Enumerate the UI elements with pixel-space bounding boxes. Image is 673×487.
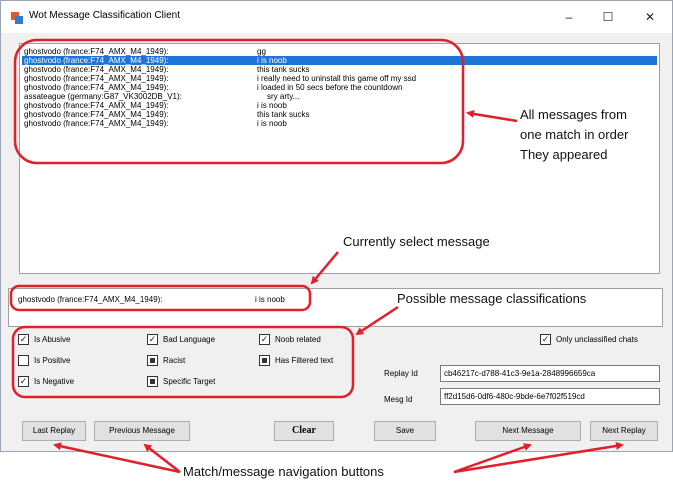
annotation-all-messages-line2: one match in order (520, 127, 629, 142)
list-item[interactable]: ghostvodo (france:F74_AMX_M4_1949): gg (22, 47, 657, 56)
annotation-classifications: Possible message classifications (397, 291, 587, 306)
clear-button[interactable]: Clear (274, 421, 334, 441)
next-replay-button[interactable]: Next Replay (590, 421, 658, 441)
list-item[interactable]: ghostvodo (france:F74_AMX_M4_1949): i rea… (22, 74, 657, 83)
selected-message-sender: ghostvodo (france:F74_AMX_M4_1949): (18, 295, 163, 304)
minimize-button[interactable]: – (554, 7, 584, 27)
previous-message-button[interactable]: Previous Message (94, 421, 190, 441)
replay-id-label: Replay Id (384, 369, 418, 378)
annotation-current-message: Currently select message (343, 234, 490, 249)
save-button[interactable]: Save (374, 421, 436, 441)
checkbox-check-icon: ✓ (147, 334, 158, 345)
replay-id-field[interactable]: cb46217c-d788-41c3-9e1a-2848996659ca (440, 365, 660, 382)
checkbox-check-icon: ✓ (18, 334, 29, 345)
app-window: Wot Message Classification Client – ☐ ✕ … (0, 0, 673, 452)
title-bar: Wot Message Classification Client – ☐ ✕ (1, 1, 672, 33)
checkbox-indeterminate-icon (147, 355, 158, 366)
checkbox-indeterminate-icon (147, 376, 158, 387)
last-replay-button[interactable]: Last Replay (22, 421, 86, 441)
maximize-button[interactable]: ☐ (593, 7, 623, 27)
mesg-id-field[interactable]: ff2d15d6-0df6-480c-9bde-6e7f02f519cd (440, 388, 660, 405)
mesg-id-label: Mesg Id (384, 395, 413, 404)
checkbox-check-icon: ✓ (259, 334, 270, 345)
close-button[interactable]: ✕ (635, 7, 665, 27)
app-icon (11, 12, 23, 24)
annotation-navigation: Match/message navigation buttons (183, 464, 384, 479)
list-item[interactable]: ghostvodo (france:F74_AMX_M4_1949): i loa… (22, 83, 657, 92)
annotation-all-messages-line1: All messages from (520, 107, 627, 122)
selected-message-text: i is noob (255, 295, 285, 304)
window-title: Wot Message Classification Client (29, 10, 180, 21)
next-message-button[interactable]: Next Message (475, 421, 581, 441)
list-item[interactable]: ghostvodo (france:F74_AMX_M4_1949): this … (22, 65, 657, 74)
list-item-selected[interactable]: ghostvodo (france:F74_AMX_M4_1949): i is … (22, 56, 657, 65)
checkbox-empty-icon (18, 355, 29, 366)
checkbox-indeterminate-icon (259, 355, 270, 366)
checkbox-check-icon: ✓ (540, 334, 551, 345)
annotation-all-messages-line3: They appeared (520, 147, 608, 162)
checkbox-check-icon: ✓ (18, 376, 29, 387)
list-item[interactable]: assateague (germany:G87_VK3002DB_V1): sry… (22, 92, 657, 101)
